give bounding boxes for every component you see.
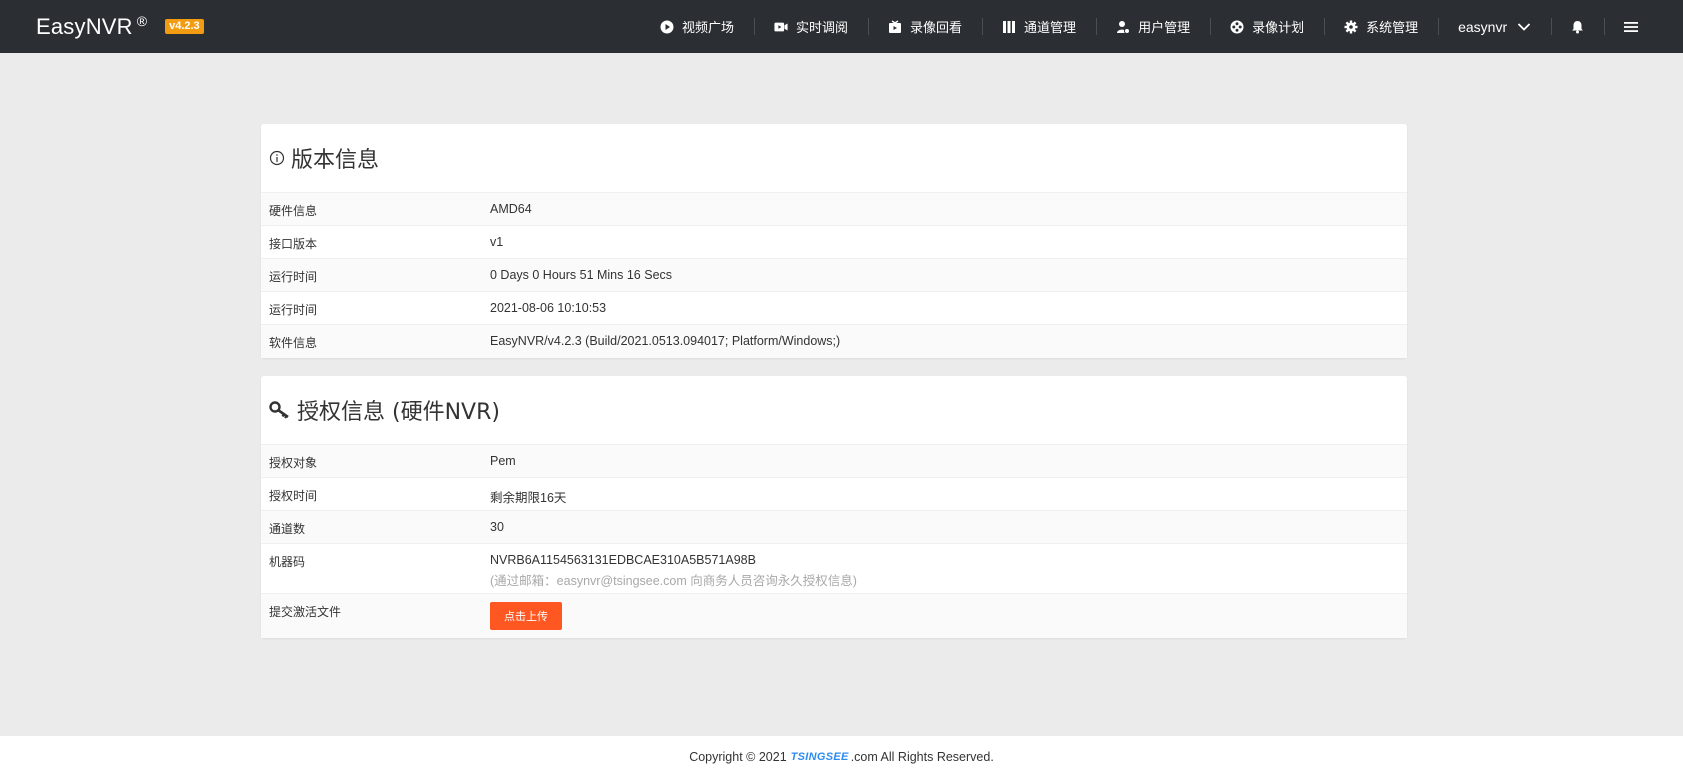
table-row: 机器码 NVRB6A1154563131EDBCAE310A5B571A98B …	[261, 543, 1407, 593]
tsingsee-logo[interactable]: TSINGSEE	[791, 751, 849, 763]
user-menu[interactable]: easynvr	[1438, 0, 1551, 53]
row-value: v1	[490, 235, 504, 249]
version-info-card: 版本信息 硬件信息 AMD64 接口版本 v1 运行时间 0 Days 0 Ho…	[261, 124, 1407, 358]
row-value: 剩余期限16天	[490, 491, 567, 505]
row-label: 通道数	[269, 522, 306, 536]
card-title-text: 授权信息 (硬件NVR)	[297, 400, 500, 425]
table-row: 软件信息 EasyNVR/v4.2.3 (Build/2021.0513.094…	[261, 324, 1407, 358]
hamburger-icon	[1624, 21, 1639, 32]
row-value: NVRB6A1154563131EDBCAE310A5B571A98B (通过邮…	[490, 553, 1407, 589]
row-label: 运行时间	[269, 303, 318, 317]
username: easynvr	[1458, 18, 1508, 35]
table-row: 硬件信息 AMD64	[261, 192, 1407, 225]
nav-live-view[interactable]: 实时调阅	[754, 0, 868, 53]
table-row: 运行时间 2021-08-06 10:10:53	[261, 291, 1407, 324]
nav-recording-plan[interactable]: 录像计划	[1210, 0, 1324, 53]
license-info-card: 授权信息 (硬件NVR) 授权对象 Pem 授权时间 剩余期限16天 通道数 3…	[261, 376, 1407, 638]
row-label: 硬件信息	[269, 204, 318, 218]
video-camera-icon	[774, 22, 788, 31]
row-value: 点击上传	[490, 602, 1407, 630]
row-label: 软件信息	[269, 336, 318, 350]
copyright-suffix: .com All Rights Reserved.	[850, 750, 994, 764]
nav-label: 录像回看	[910, 20, 963, 35]
chevron-down-icon	[1518, 22, 1531, 31]
nav-label: 系统管理	[1366, 20, 1419, 35]
machine-code: NVRB6A1154563131EDBCAE310A5B571A98B	[490, 553, 756, 567]
version-badge: v4.2.3	[165, 19, 204, 34]
hamburger-menu-button[interactable]	[1604, 0, 1639, 53]
table-row: 提交激活文件 点击上传	[261, 593, 1407, 638]
play-circle-icon	[660, 20, 674, 33]
nav-label: 通道管理	[1024, 20, 1077, 35]
film-reel-icon	[1230, 20, 1244, 33]
nav-playback[interactable]: 录像回看	[868, 0, 982, 53]
nav-label: 实时调阅	[796, 20, 849, 35]
nav-user-management[interactable]: 用户管理	[1096, 0, 1210, 53]
row-label: 运行时间	[269, 270, 318, 284]
table-row: 运行时间 0 Days 0 Hours 51 Mins 16 Secs	[261, 258, 1407, 291]
gear-icon	[1344, 20, 1358, 33]
nav-label: 视频广场	[682, 20, 735, 35]
license-info-table: 授权对象 Pem 授权时间 剩余期限16天 通道数 30 机器码 NVRB6A1…	[261, 444, 1407, 638]
row-label: 授权对象	[269, 456, 318, 470]
user-gear-icon	[1117, 20, 1131, 34]
table-row: 授权对象 Pem	[261, 444, 1407, 477]
nav-channel-management[interactable]: 通道管理	[982, 0, 1096, 53]
row-label: 机器码	[269, 555, 306, 569]
row-value: 30	[490, 520, 504, 534]
info-circle-icon	[269, 150, 285, 166]
card-title-text: 版本信息	[291, 148, 380, 173]
version-info-table: 硬件信息 AMD64 接口版本 v1 运行时间 0 Days 0 Hours 5…	[261, 192, 1407, 358]
card-title: 版本信息	[261, 124, 1407, 192]
brand[interactable]: EasyNVR ® v4.2.3	[36, 12, 204, 40]
registered-mark: ®	[136, 12, 148, 29]
copyright-prefix: Copyright © 2021	[689, 750, 787, 764]
row-value: 0 Days 0 Hours 51 Mins 16 Secs	[490, 268, 673, 282]
bell-icon	[1572, 20, 1584, 33]
table-row: 接口版本 v1	[261, 225, 1407, 258]
nav-label: 用户管理	[1138, 20, 1191, 35]
nav-video-square[interactable]: 视频广场	[640, 0, 754, 53]
top-navbar: EasyNVR ® v4.2.3 视频广场 实时调阅 录像回看 通道管理 用户管…	[0, 0, 1683, 53]
row-label: 提交激活文件	[269, 605, 342, 619]
brand-name: EasyNVR	[36, 13, 133, 39]
table-row: 授权时间 剩余期限16天	[261, 477, 1407, 510]
upload-button[interactable]: 点击上传	[490, 602, 562, 630]
row-value: 2021-08-06 10:10:53	[490, 301, 607, 315]
contact-note: (通过邮箱：easynvr@tsingsee.com 向商务人员咨询永久授权信息…	[490, 574, 857, 588]
nav-system-management[interactable]: 系统管理	[1324, 0, 1438, 53]
row-value: Pem	[490, 454, 516, 468]
row-value: AMD64	[490, 202, 532, 216]
key-icon	[269, 401, 291, 419]
table-row: 通道数 30	[261, 510, 1407, 543]
row-label: 接口版本	[269, 237, 318, 251]
footer: Copyright © 2021 TSINGSEE .com All Right…	[0, 736, 1683, 778]
main-nav: 视频广场 实时调阅 录像回看 通道管理 用户管理 录像计划 系统管理 easyn…	[640, 0, 1639, 53]
notification-button[interactable]	[1551, 0, 1604, 53]
nav-label: 录像计划	[1252, 20, 1305, 35]
channels-icon	[1003, 20, 1016, 33]
card-title: 授权信息 (硬件NVR)	[261, 376, 1407, 444]
row-label: 授权时间	[269, 489, 318, 503]
playback-icon	[889, 19, 902, 33]
row-value: EasyNVR/v4.2.3 (Build/2021.0513.094017; …	[490, 334, 841, 348]
